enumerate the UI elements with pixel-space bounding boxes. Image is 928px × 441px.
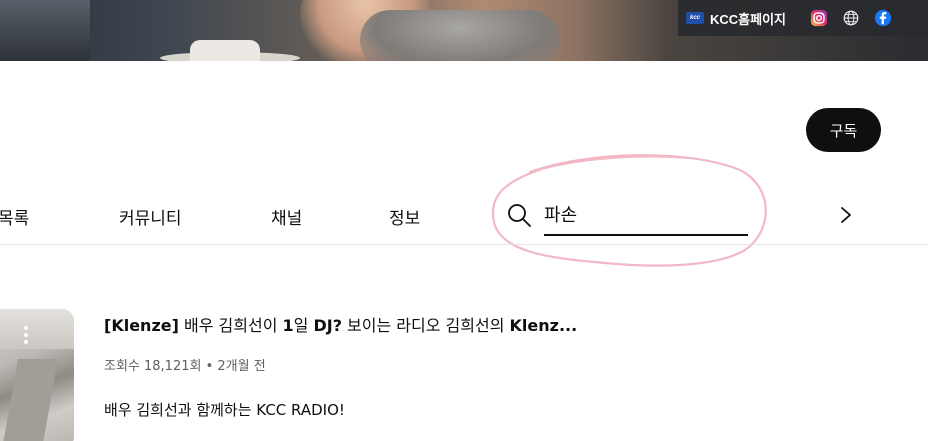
kcc-homepage-link[interactable]: KCC홈페이지	[710, 9, 786, 28]
facebook-icon[interactable]	[874, 9, 892, 27]
subscribe-button[interactable]: 구독	[806, 108, 881, 152]
thumbnail-figure	[2, 359, 58, 441]
banner-window	[0, 0, 90, 61]
tab-community[interactable]: 커뮤니티	[119, 204, 182, 229]
banner-links: kcc KCC홈페이지	[678, 0, 928, 36]
tabs-divider	[0, 244, 928, 245]
title-text-3: 보이는 라디오 김희선의	[341, 316, 510, 335]
search-icon[interactable]	[506, 202, 532, 228]
thumbnail-upper	[0, 309, 74, 349]
more-vert-icon[interactable]	[22, 326, 30, 348]
title-text-1: 배우 김희선이	[178, 316, 283, 335]
title-brand: [Klenze]	[104, 316, 179, 335]
kcc-logo-icon: kcc	[686, 12, 704, 24]
title-bold-3: Klenz...	[509, 316, 578, 335]
video-description: 배우 김희선과 함께하는 KCC RADIO!	[104, 401, 345, 419]
title-bold-1: 1	[282, 316, 294, 335]
channel-search-input[interactable]	[544, 200, 748, 236]
chevron-right-icon[interactable]	[836, 204, 856, 226]
banner-cup	[190, 40, 260, 61]
tab-playlists[interactable]: 목록	[0, 204, 29, 229]
channel-banner: kcc KCC홈페이지	[0, 0, 928, 61]
tab-about[interactable]: 정보	[389, 204, 420, 229]
title-text-2: 일	[293, 316, 314, 335]
video-meta: 조회수 18,121회 • 2개월 전	[104, 359, 266, 374]
banner-sleeve	[360, 10, 560, 61]
title-bold-2: DJ?	[313, 316, 342, 335]
video-title-link[interactable]: [Klenze] 배우 김희선이 1일 DJ? 보이는 라디오 김희선의 Kle…	[104, 312, 577, 336]
tab-channels[interactable]: 채널	[271, 204, 302, 229]
video-thumbnail[interactable]	[0, 309, 74, 441]
instagram-icon[interactable]	[810, 9, 828, 27]
globe-icon[interactable]	[842, 9, 860, 27]
